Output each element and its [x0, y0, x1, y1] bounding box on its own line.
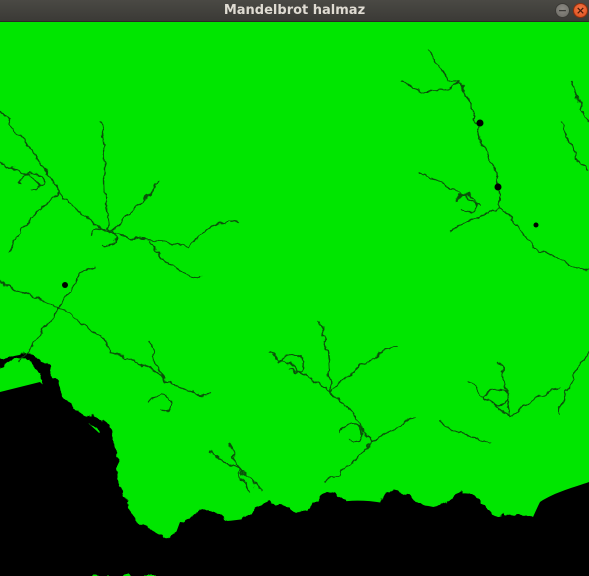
set-interior [0, 382, 118, 576]
minimize-icon: − [557, 4, 568, 17]
mandelbrot-canvas[interactable] [0, 22, 589, 576]
minimize-button[interactable]: − [555, 3, 570, 18]
close-icon: × [575, 4, 586, 17]
window-title: Mandelbrot halmaz [223, 3, 366, 18]
fractal-image [0, 51, 589, 576]
close-button[interactable]: × [573, 3, 588, 18]
app-window: Mandelbrot halmaz − × [0, 0, 589, 576]
title-bar[interactable]: Mandelbrot halmaz − × [0, 0, 589, 22]
